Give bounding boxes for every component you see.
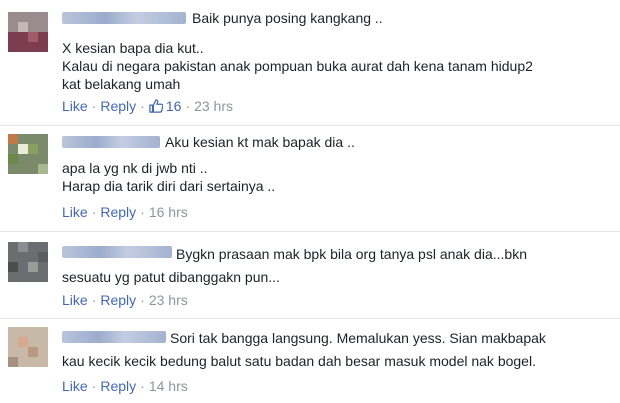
- avatar[interactable]: [8, 12, 48, 52]
- comment-text: X kesian bapa dia kut.. Kalau di negara …: [62, 40, 533, 92]
- reply-link[interactable]: Reply: [100, 291, 136, 309]
- comment-actions: Like · Reply · 16 hrs: [62, 203, 188, 221]
- separator: ·: [140, 378, 145, 394]
- comment-actions: Like · Reply · 23 hrs: [62, 291, 188, 309]
- timestamp[interactable]: 23 hrs: [194, 97, 233, 115]
- avatar[interactable]: [8, 327, 48, 367]
- separator: ·: [91, 204, 97, 220]
- like-count-value: 16: [165, 98, 182, 114]
- comment-4: Sori tak bangga langsung. Memalukan yess…: [0, 319, 620, 403]
- comment-text-first-line: Bygkn prasaan mak bpk bila org tanya psl…: [176, 246, 527, 262]
- author-name[interactable]: [62, 136, 160, 148]
- reply-link[interactable]: Reply: [100, 97, 136, 115]
- timestamp[interactable]: 23 hrs: [149, 291, 188, 309]
- author-name[interactable]: [62, 331, 166, 343]
- separator: ·: [91, 378, 97, 394]
- separator: ·: [185, 98, 191, 114]
- timestamp[interactable]: 16 hrs: [149, 203, 188, 221]
- reply-link[interactable]: Reply: [100, 203, 136, 221]
- comment-2: Aku kesian kt mak bapak dia .. apa la yg…: [0, 126, 620, 231]
- like-link[interactable]: Like: [62, 291, 88, 309]
- separator: ·: [91, 292, 97, 308]
- author-name[interactable]: [62, 12, 186, 24]
- comment-text: kau kecik kecik bedung balut satu badan …: [62, 353, 536, 369]
- comment-text: sesuatu yg patut dibanggakn pun...: [62, 269, 280, 285]
- separator: ·: [140, 292, 145, 308]
- avatar[interactable]: [8, 134, 48, 174]
- comment-1: Baik punya posing kangkang .. X kesian b…: [0, 0, 620, 125]
- comment-text: apa la yg nk di jwb nti .. Harap dia tar…: [62, 160, 276, 194]
- avatar[interactable]: [8, 242, 48, 282]
- comment-text-first-line: Baik punya posing kangkang ..: [192, 10, 383, 26]
- like-link[interactable]: Like: [62, 377, 88, 395]
- like-link[interactable]: Like: [62, 97, 88, 115]
- comment-text-first-line: Sori tak bangga langsung. Memalukan yess…: [170, 330, 546, 346]
- thumbs-up-icon: [149, 99, 163, 113]
- separator: ·: [91, 98, 97, 114]
- like-count[interactable]: 16: [149, 97, 182, 115]
- comment-actions: Like · Reply · 14 hrs: [62, 377, 188, 395]
- comment-3: Bygkn prasaan mak bpk bila org tanya psl…: [0, 232, 620, 318]
- comment-actions: Like · Reply · 16 · 23 hrs: [62, 97, 233, 115]
- author-name[interactable]: [62, 246, 172, 258]
- separator: ·: [140, 204, 145, 220]
- separator: ·: [140, 98, 145, 114]
- timestamp[interactable]: 14 hrs: [149, 377, 188, 395]
- like-link[interactable]: Like: [62, 203, 88, 221]
- comment-text-first-line: Aku kesian kt mak bapak dia ..: [165, 134, 355, 150]
- reply-link[interactable]: Reply: [100, 377, 136, 395]
